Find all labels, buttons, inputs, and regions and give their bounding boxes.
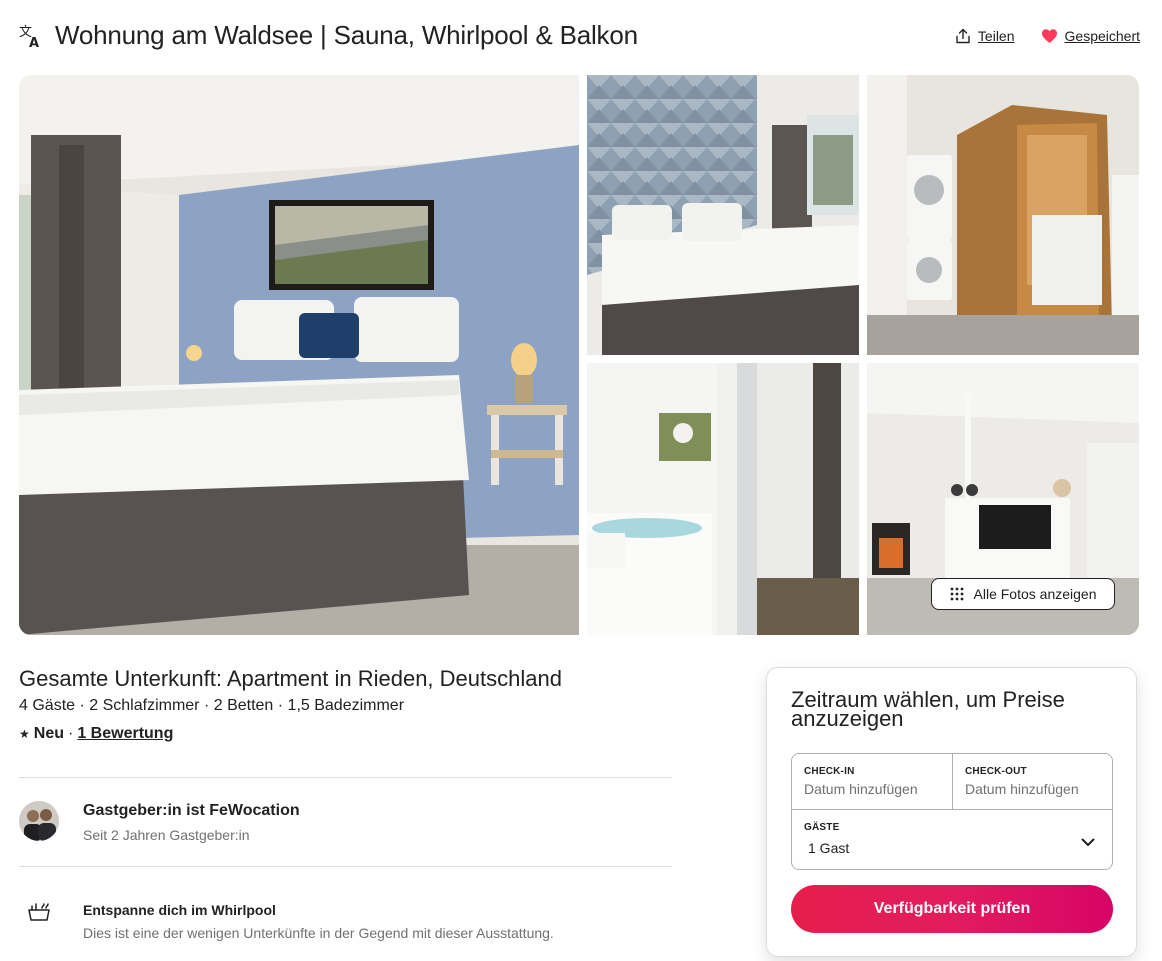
guests-label: GÄSTE	[804, 822, 840, 833]
star-icon: ★	[19, 727, 30, 741]
show-all-photos-button[interactable]: Alle Fotos anzeigen	[931, 578, 1115, 610]
show-all-label: Alle Fotos anzeigen	[973, 586, 1097, 602]
feature-title: Entspanne dich im Whirlpool	[83, 902, 276, 918]
gallery-photo-sauna[interactable]	[867, 75, 1139, 355]
grid-dots-icon	[950, 587, 963, 601]
share-icon	[956, 28, 970, 44]
share-button[interactable]: Teilen	[955, 28, 1015, 44]
share-label: Teilen	[977, 28, 1015, 44]
divider	[19, 777, 672, 778]
checkout-value: Datum hinzufügen	[965, 781, 1079, 797]
rating-new-label: Neu	[33, 725, 64, 742]
host-section: Gastgeber:in ist FeWocation Seit 2 Jahre…	[19, 801, 672, 845]
feature-item: Entspanne dich im Whirlpool Dies ist ein…	[19, 900, 672, 944]
checkout-label: CHECK-OUT	[965, 766, 1027, 777]
svg-text:A: A	[29, 36, 39, 49]
reviews-link[interactable]: 1 Bewertung	[77, 725, 173, 743]
date-guest-picker: CHECK-IN Datum hinzufügen CHECK-OUT Datu…	[791, 753, 1113, 870]
gallery-photo-bedroom-2[interactable]	[587, 75, 859, 355]
checkin-field[interactable]: CHECK-IN Datum hinzufügen	[792, 754, 953, 810]
host-since: Seit 2 Jahren Gastgeber:in	[83, 827, 250, 843]
header-actions: Teilen Gespeichert	[955, 28, 1140, 44]
checkout-field[interactable]: CHECK-OUT Datum hinzufügen	[953, 754, 1113, 810]
guests-value: 1 Gast	[808, 840, 850, 856]
listing-title: Gesamte Unterkunft: Apartment in Rieden,…	[19, 666, 562, 691]
feature-description: Dies ist eine der wenigen Unterkünfte in…	[83, 925, 554, 941]
listing-page-title: Wohnung am Waldsee | Sauna, Whirlpool & …	[55, 20, 638, 50]
gallery-photo-main[interactable]	[19, 75, 579, 635]
heart-icon	[1041, 29, 1057, 43]
booking-card: Zeitraum wählen, um Preise anzuzeigen CH…	[766, 667, 1137, 957]
whirlpool-icon	[28, 903, 50, 921]
checkin-value: Datum hinzufügen	[804, 781, 918, 797]
chevron-down-icon	[1081, 838, 1095, 846]
divider	[19, 866, 672, 867]
booking-title: Zeitraum wählen, um Preise anzuzeigen	[791, 687, 1065, 731]
listing-details: 4 Gäste · 2 Schlafzimmer · 2 Betten · 1,…	[19, 697, 405, 714]
check-availability-button[interactable]: Verfügbarkeit prüfen	[791, 885, 1113, 933]
host-name: Gastgeber:in ist FeWocation	[83, 802, 300, 819]
rating-row: ★ Neu · 1 Bewertung	[19, 725, 173, 743]
translate-icon[interactable]: 文 A	[18, 23, 44, 51]
rating-separator: ·	[68, 725, 74, 742]
avatar[interactable]	[19, 801, 59, 841]
saved-label: Gespeichert	[1064, 28, 1140, 44]
title-row: 文 A Wohnung am Waldsee | Sauna, Whirlpoo…	[18, 18, 1140, 54]
saved-button[interactable]: Gespeichert	[1041, 28, 1140, 44]
gallery-photo-bathroom[interactable]	[587, 363, 859, 635]
photo-gallery	[19, 75, 1139, 635]
guests-select[interactable]: GÄSTE 1 Gast	[792, 810, 1112, 870]
checkin-label: CHECK-IN	[804, 766, 855, 777]
